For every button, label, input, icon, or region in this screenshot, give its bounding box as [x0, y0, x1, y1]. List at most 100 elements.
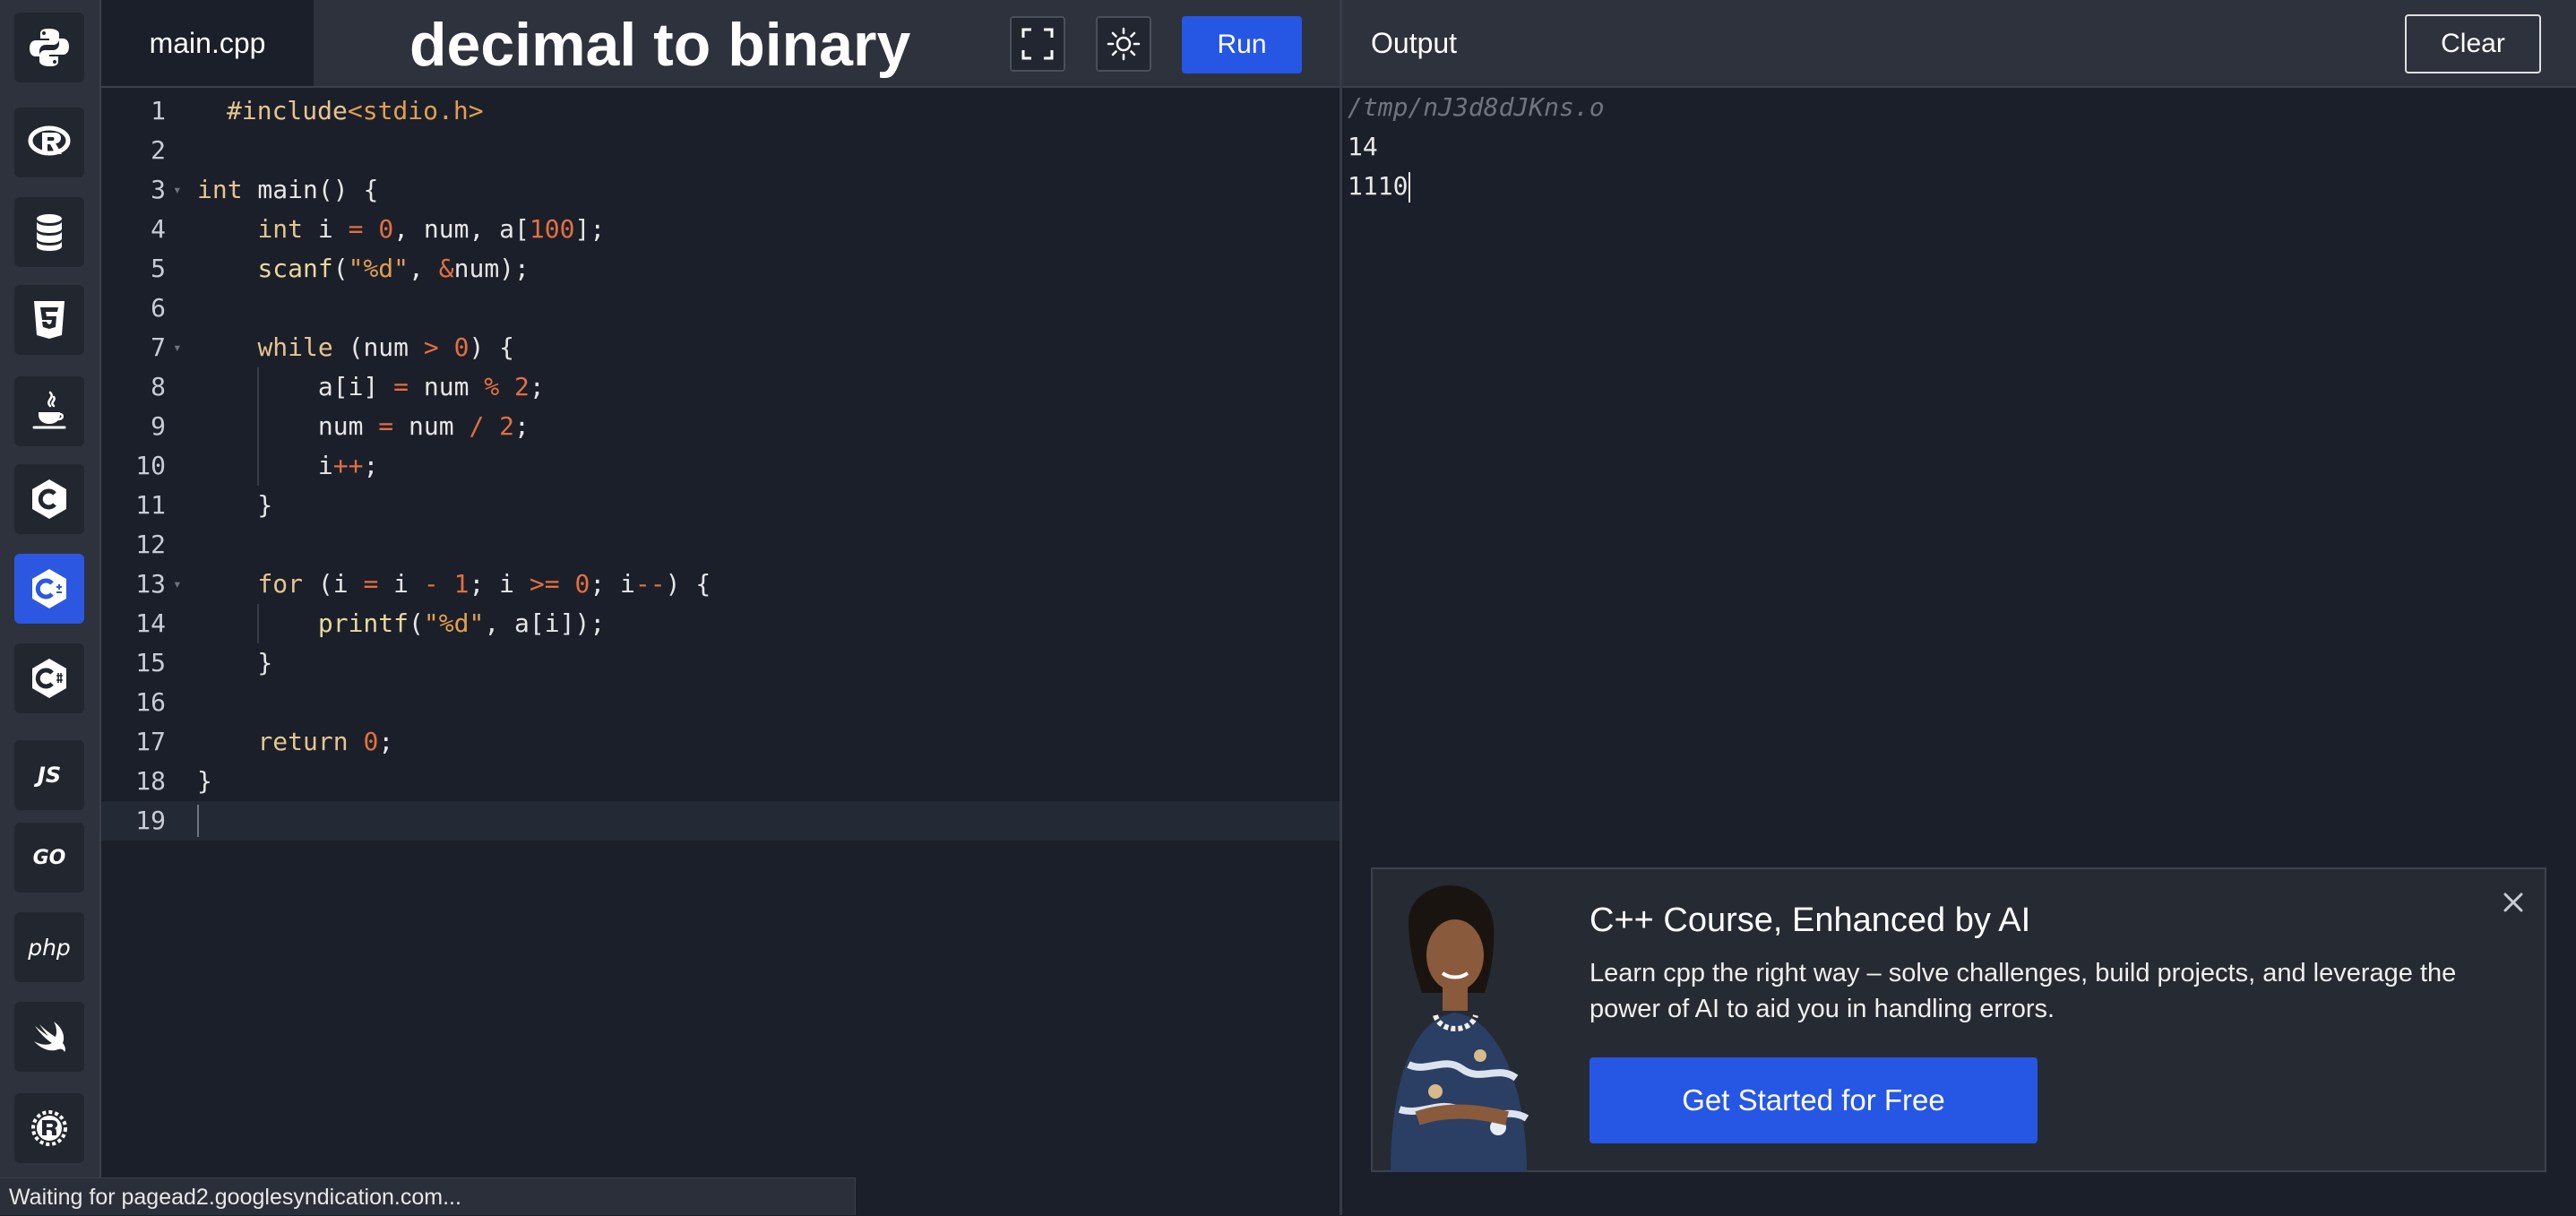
theme-toggle-button[interactable]	[1096, 16, 1151, 72]
lang-java-button[interactable]	[14, 376, 84, 446]
title-overlay: decimal to binary	[409, 11, 911, 79]
code-line: 4 int i = 0, num, a[100];	[101, 210, 1340, 249]
output-line: 14	[1348, 132, 1378, 161]
sun-icon	[1107, 27, 1141, 61]
line-number: 15	[135, 648, 166, 677]
fullscreen-icon	[1021, 28, 1054, 60]
editor-caret	[197, 805, 199, 837]
code-line: 11 }	[101, 486, 1340, 525]
line-number: 11	[135, 490, 166, 520]
code-text: return 0;	[257, 727, 394, 756]
code-text: }	[197, 766, 212, 796]
code-text: }	[197, 490, 273, 520]
line-number: 8	[151, 372, 166, 401]
go-icon: GO	[32, 846, 66, 869]
lang-js-button[interactable]: JS	[14, 740, 84, 810]
code-text: for (i = i - 1; i >= 0; i--) {	[257, 569, 711, 599]
html5-icon	[34, 301, 65, 339]
swift-icon	[34, 1022, 65, 1052]
output-header: Output Clear	[1342, 0, 2576, 88]
line-number: 5	[151, 254, 166, 283]
lang-sql-button[interactable]	[14, 197, 84, 267]
line-number: 7	[151, 332, 166, 362]
clear-button[interactable]: Clear	[2405, 14, 2541, 73]
fullscreen-button[interactable]	[1010, 16, 1065, 72]
code-line: 6	[101, 289, 1340, 328]
database-icon	[37, 214, 62, 251]
line-number: 18	[135, 766, 166, 796]
csharp-icon	[32, 659, 66, 698]
code-line: 16	[101, 683, 1340, 722]
lang-go-button[interactable]: GO	[14, 823, 84, 893]
code-line: 15 }	[101, 643, 1340, 683]
lang-r-button[interactable]	[14, 108, 84, 177]
code-text: }	[197, 648, 273, 677]
js-icon: JS	[37, 763, 62, 788]
code-line: 3 ▾ int main() {	[101, 170, 1340, 210]
code-text: int main() {	[197, 175, 379, 204]
run-button[interactable]: Run	[1182, 16, 1302, 73]
lang-csharp-button[interactable]	[14, 643, 84, 713]
line-number: 1	[151, 96, 166, 125]
code-line: 13 ▾ for (i = i - 1; i >= 0; i--) {	[101, 565, 1340, 604]
line-number: 14	[135, 608, 166, 638]
code-text: a[i] = num % 2;	[197, 372, 545, 401]
output-result: 1110	[1348, 171, 1409, 201]
language-sidebar: JS GO php	[0, 0, 101, 1215]
lang-cpp-button[interactable]	[14, 554, 84, 624]
code-text: printf("%d", a[i]);	[317, 608, 606, 638]
lang-c-button[interactable]	[14, 464, 84, 534]
line-number: 3	[151, 175, 166, 204]
code-line: 5 scanf("%d", &num);	[101, 249, 1340, 289]
code-line: 2	[101, 131, 1340, 170]
c-icon	[32, 479, 66, 519]
ad-description: Learn cpp the right way – solve challeng…	[1590, 959, 2457, 1023]
line-number: 17	[135, 727, 166, 756]
editor-toolbar: main.cpp decimal to binary Run	[101, 0, 1340, 88]
line-number: 4	[151, 214, 166, 244]
fold-arrow-icon[interactable]: ▾	[173, 170, 182, 210]
python-icon	[30, 29, 69, 66]
line-number: 19	[135, 806, 166, 835]
code-editor[interactable]: 1 #include<stdio.h> 2 3 ▾ int main() { 4…	[101, 88, 1340, 1174]
php-icon: php	[28, 934, 71, 961]
code-text: int i = 0, num, a[100];	[257, 214, 606, 244]
code-text: scanf("%d", &num);	[257, 254, 530, 283]
output-caret	[1409, 172, 1411, 203]
lang-rust-button[interactable]	[14, 1093, 84, 1163]
code-line-current: 19	[101, 801, 1340, 841]
java-icon	[32, 391, 66, 429]
output-line: 1110	[1348, 167, 1411, 206]
line-number: 16	[135, 687, 166, 717]
instructor-avatar	[1391, 885, 1529, 1172]
rust-icon	[31, 1110, 67, 1146]
line-number: 13	[135, 569, 166, 599]
code-line: 8 a[i] = num % 2;	[101, 367, 1340, 407]
output-title: Output	[1371, 27, 1458, 59]
code-text: while (num > 0) {	[257, 332, 515, 362]
fold-arrow-icon[interactable]: ▾	[173, 328, 182, 367]
code-line: 10 i++;	[101, 446, 1340, 486]
lang-python-button[interactable]	[14, 13, 84, 82]
line-number: 2	[151, 135, 166, 165]
code-text: #include<stdio.h>	[227, 96, 484, 125]
code-line: 17 return 0;	[101, 722, 1340, 762]
line-number: 12	[135, 530, 166, 559]
code-line: 7 ▾ while (num > 0) {	[101, 328, 1340, 367]
line-number: 9	[151, 411, 166, 441]
line-number: 10	[135, 451, 166, 480]
course-ad-banner[interactable]: C++ Course, Enhanced by AI Learn cpp the…	[1371, 867, 2546, 1172]
get-started-button[interactable]: Get Started for Free	[1590, 1057, 2038, 1143]
tab-main-cpp[interactable]: main.cpp	[101, 0, 314, 86]
code-line: 9 num = num / 2;	[101, 407, 1340, 446]
close-icon[interactable]	[2500, 889, 2527, 916]
code-line: 14 printf("%d", a[i]);	[101, 604, 1340, 643]
lang-php-button[interactable]: php	[14, 912, 84, 982]
fold-arrow-icon[interactable]: ▾	[173, 565, 182, 604]
lang-html-button[interactable]	[14, 285, 84, 355]
code-text: num = num / 2;	[197, 411, 530, 441]
code-line: 18 }	[101, 762, 1340, 801]
output-path: /tmp/nJ3d8dJKns.o	[1348, 92, 1605, 122]
lang-swift-button[interactable]	[14, 1002, 84, 1072]
code-line: 12	[101, 525, 1340, 565]
